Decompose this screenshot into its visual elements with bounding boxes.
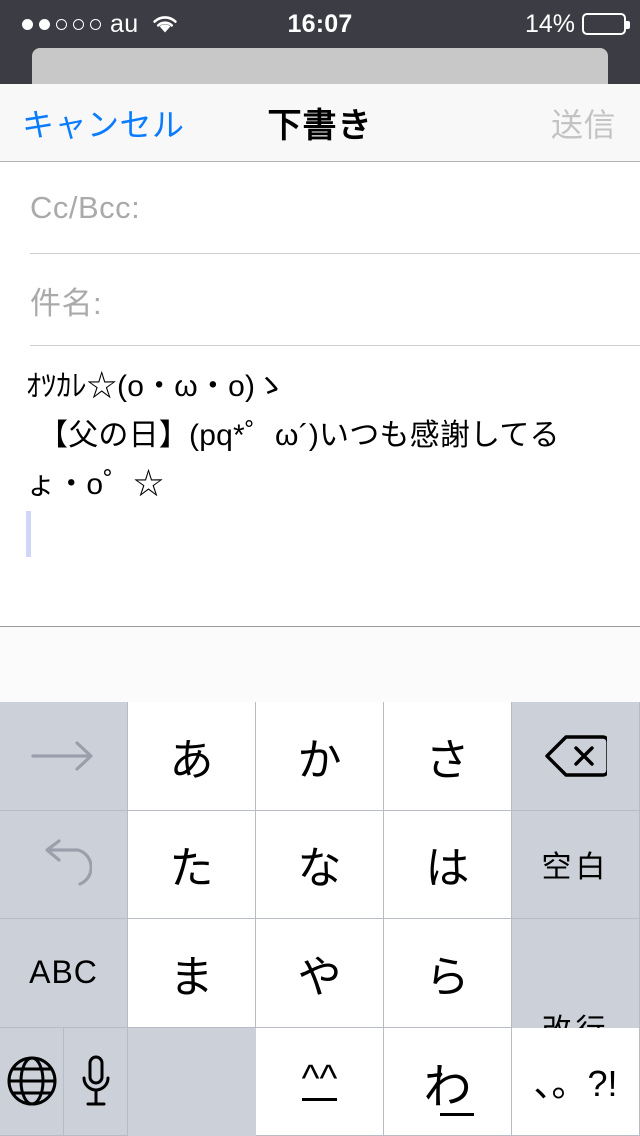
cancel-button[interactable]: キャンセル [22, 100, 185, 146]
message-body-textarea[interactable]: ｵﾂｶﾚ☆(o・ω・o)ゝ 【父の日】(pq*゜ω´)いつも感謝してる ょ・o゜… [0, 346, 640, 626]
kana-wa-key[interactable]: わ [384, 1027, 512, 1136]
kana-ka-key-label: か [297, 735, 342, 785]
kana-ta-key[interactable]: た [128, 810, 256, 919]
punctuation-key-label: 、。?! [533, 1063, 618, 1105]
punctuation-key[interactable]: 、。?! [512, 1027, 640, 1136]
backspace-key[interactable] [512, 702, 640, 811]
subject-placeholder: 件名: [30, 285, 103, 321]
kana-ma-key[interactable]: ま [128, 919, 256, 1028]
battery-icon [582, 13, 630, 35]
kana-na-key[interactable]: な [256, 810, 384, 919]
abc-mode-key[interactable]: ABC [0, 919, 128, 1028]
cc-bcc-field[interactable]: Cc/Bcc: [0, 162, 640, 254]
cc-bcc-placeholder: Cc/Bcc: [30, 190, 141, 225]
abc-mode-key-label: ABC [29, 954, 98, 991]
kana-ma-key-label: ま [169, 952, 214, 1002]
undo-key[interactable] [0, 810, 128, 919]
emoticon-key[interactable]: ^^ [256, 1027, 384, 1136]
body-line-2: 【父の日】(pq*゜ω´)いつも感謝してる [38, 419, 560, 452]
emoticon-key-label: ^^ [301, 1057, 338, 1101]
battery-percent-label: 14% [524, 9, 575, 38]
japanese-kana-keyboard: あかさたなは空白ABCまやら改行^^わ、。?! [0, 702, 640, 1136]
kana-ta-key-label: た [169, 844, 214, 894]
kana-a-key-label: あ [169, 735, 214, 785]
undo-icon [44, 839, 92, 886]
predictive-suggestion-bar[interactable] [0, 626, 640, 702]
dictation-key[interactable] [64, 1027, 128, 1136]
kana-na-key-label: な [297, 844, 342, 894]
compose-header-fields: Cc/Bcc: 件名: [0, 162, 640, 346]
globe-icon [7, 1056, 56, 1106]
globe-key[interactable] [0, 1027, 64, 1136]
parent-sheet-card-edge [32, 48, 608, 84]
space-key[interactable]: 空白 [512, 810, 640, 919]
keyboard-key-grid: あかさたなは空白ABCまやら改行^^わ、。?! [0, 702, 640, 1136]
text-cursor [26, 511, 31, 557]
kana-ha-key-label: は [425, 844, 470, 894]
next-candidate-key[interactable] [0, 702, 128, 811]
body-line-3: ょ・o゜☆ [26, 468, 164, 501]
status-bar-right: 14% [524, 0, 630, 48]
backspace-icon [544, 735, 607, 777]
space-key-label: 空白 [541, 851, 610, 885]
kana-ra-key[interactable]: ら [384, 919, 512, 1028]
kana-wa-key-label: わ [423, 1060, 472, 1114]
dictation-icon [82, 1055, 109, 1106]
subject-field[interactable]: 件名: [0, 254, 640, 346]
iphone-screen: au 16:07 14% キャンセル 下書き 送信 Cc/Bcc: 件名: ｵﾂ… [0, 0, 640, 1136]
kana-sa-key[interactable]: さ [384, 702, 512, 811]
kana-ya-key[interactable]: や [256, 919, 384, 1028]
kana-ka-key[interactable]: か [256, 702, 384, 811]
send-button[interactable]: 送信 [551, 100, 616, 146]
body-line-1: ｵﾂｶﾚ☆(o・ω・o)ゝ [26, 370, 286, 403]
kana-wa-underscore [439, 1112, 474, 1116]
navigation-bar: キャンセル 下書き 送信 [0, 84, 640, 162]
kana-ha-key[interactable]: は [384, 810, 512, 919]
kana-a-key[interactable]: あ [128, 702, 256, 811]
kana-sa-key-label: さ [425, 735, 470, 785]
kana-ya-key-label: や [297, 952, 342, 1002]
kana-ra-key-label: ら [425, 952, 470, 1002]
next-candidate-icon [30, 741, 93, 771]
status-bar: au 16:07 14% [0, 0, 640, 48]
